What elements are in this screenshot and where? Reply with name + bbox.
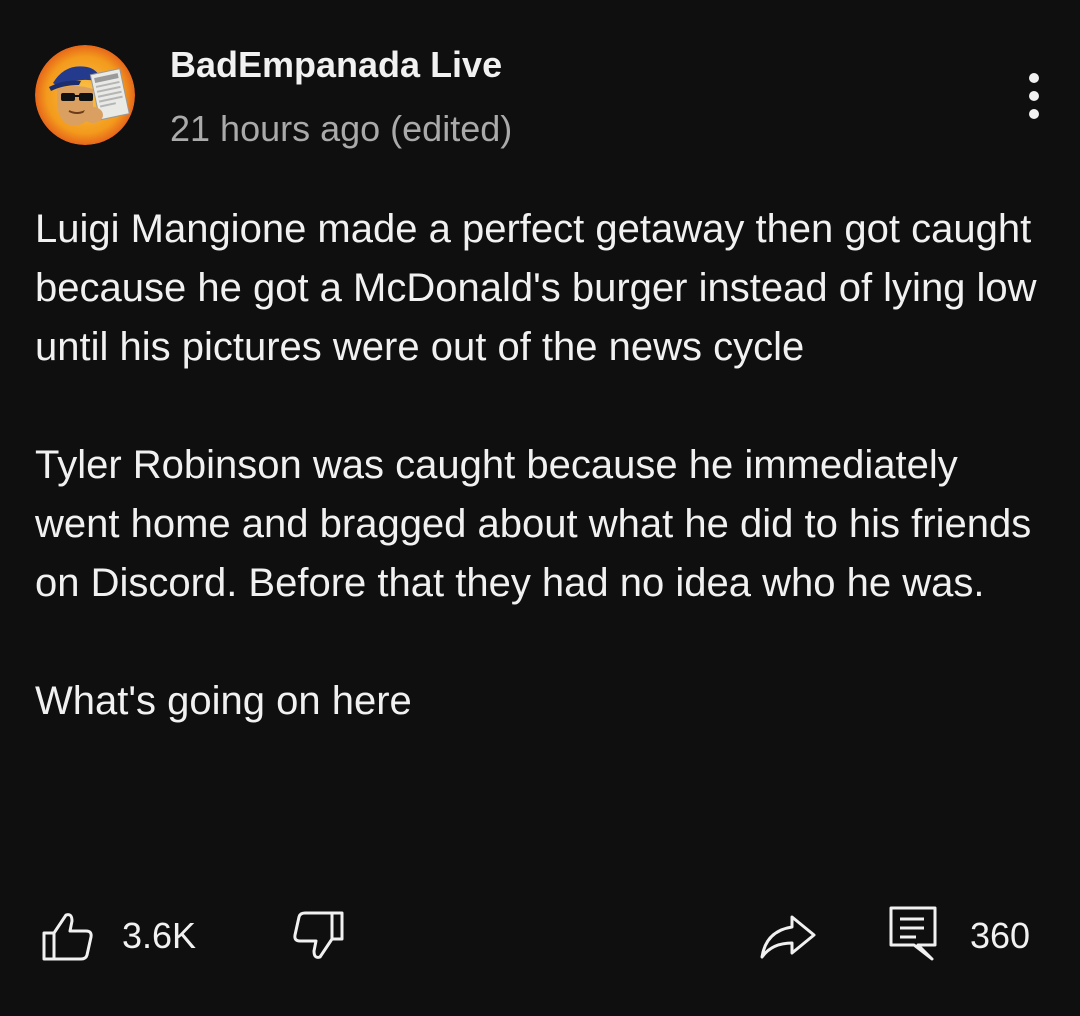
comment-header: BadEmpanada Live 21 hours ago (edited) bbox=[0, 0, 1080, 170]
comment-paragraph: Luigi Mangione made a perfect getaway th… bbox=[35, 207, 1037, 369]
comment-paragraph: Tyler Robinson was caught because he imm… bbox=[35, 443, 1032, 605]
comment-actions: 3.6K 360 bbox=[0, 895, 1080, 985]
comment-paragraph: What's going on here bbox=[35, 679, 412, 723]
more-vertical-icon[interactable] bbox=[1014, 66, 1054, 126]
comment-body: Luigi Mangione made a perfect getaway th… bbox=[35, 200, 1045, 731]
like-count: 3.6K bbox=[122, 915, 197, 956]
comment-timestamp: 21 hours ago (edited) bbox=[170, 108, 513, 149]
thumbs-down-icon[interactable] bbox=[290, 909, 346, 965]
avatar[interactable] bbox=[35, 45, 135, 145]
thumbs-up-icon[interactable] bbox=[40, 909, 96, 965]
reply-count[interactable]: 360 bbox=[970, 915, 1030, 957]
author-name[interactable]: BadEmpanada Live bbox=[170, 44, 502, 86]
avatar-image bbox=[35, 45, 135, 145]
share-arrow-icon[interactable] bbox=[758, 911, 818, 963]
comment-icon[interactable] bbox=[888, 905, 938, 963]
